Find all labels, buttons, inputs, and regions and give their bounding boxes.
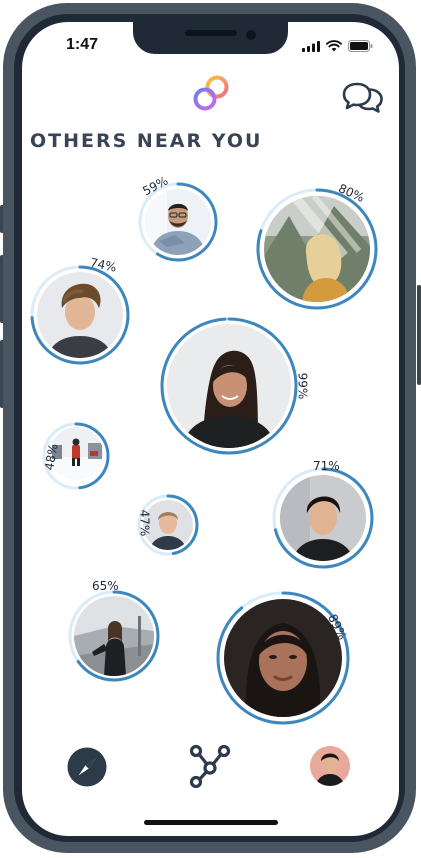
match-percentage: 99% bbox=[295, 372, 310, 400]
match-percentage: 65% bbox=[92, 579, 119, 593]
person-bubble[interactable]: 65% bbox=[68, 579, 160, 682]
battery-icon bbox=[348, 40, 373, 52]
person-bubble[interactable]: 48% bbox=[42, 422, 110, 490]
status-time: 1:47 bbox=[66, 36, 99, 53]
avatar bbox=[224, 599, 342, 717]
chat-bubbles-icon[interactable] bbox=[342, 80, 384, 119]
front-camera bbox=[246, 30, 256, 40]
person-bubble[interactable]: 89% bbox=[216, 591, 350, 725]
notch bbox=[133, 22, 288, 54]
match-percentage: 47% bbox=[137, 509, 152, 537]
person-bubble[interactable]: 71% bbox=[272, 459, 374, 569]
person-bubble[interactable]: 47% bbox=[137, 494, 199, 556]
match-percentage: 71% bbox=[313, 459, 340, 473]
rings-logo-icon[interactable] bbox=[190, 72, 232, 119]
person-bubble[interactable]: 59% bbox=[138, 174, 218, 262]
status-icons bbox=[302, 40, 373, 52]
person-bubble[interactable]: 99% bbox=[160, 317, 309, 455]
signal-icon bbox=[302, 40, 320, 52]
avatar bbox=[145, 189, 211, 255]
person-bubble[interactable]: 80% bbox=[256, 181, 378, 310]
page-title: OTHERS NEAR YOU bbox=[30, 130, 263, 152]
person-bubble[interactable]: 74% bbox=[30, 255, 130, 365]
avatar bbox=[74, 596, 154, 676]
app-screen: 1:47 OTHERS NEAR YOU 59% 80% 74% 99% 48%… bbox=[22, 22, 399, 836]
speaker bbox=[185, 30, 237, 36]
avatar bbox=[167, 324, 291, 448]
avatar bbox=[310, 746, 350, 786]
avatar bbox=[280, 475, 366, 561]
nav-connections-button[interactable] bbox=[188, 744, 232, 789]
compass-icon bbox=[67, 747, 107, 787]
nav-profile-button[interactable] bbox=[310, 746, 350, 786]
nav-explore-button[interactable] bbox=[67, 747, 107, 787]
avatar bbox=[264, 196, 370, 302]
power-button bbox=[417, 285, 421, 385]
avatar bbox=[37, 272, 123, 358]
network-icon bbox=[189, 744, 231, 789]
home-indicator bbox=[144, 820, 278, 825]
wifi-icon bbox=[326, 40, 342, 52]
